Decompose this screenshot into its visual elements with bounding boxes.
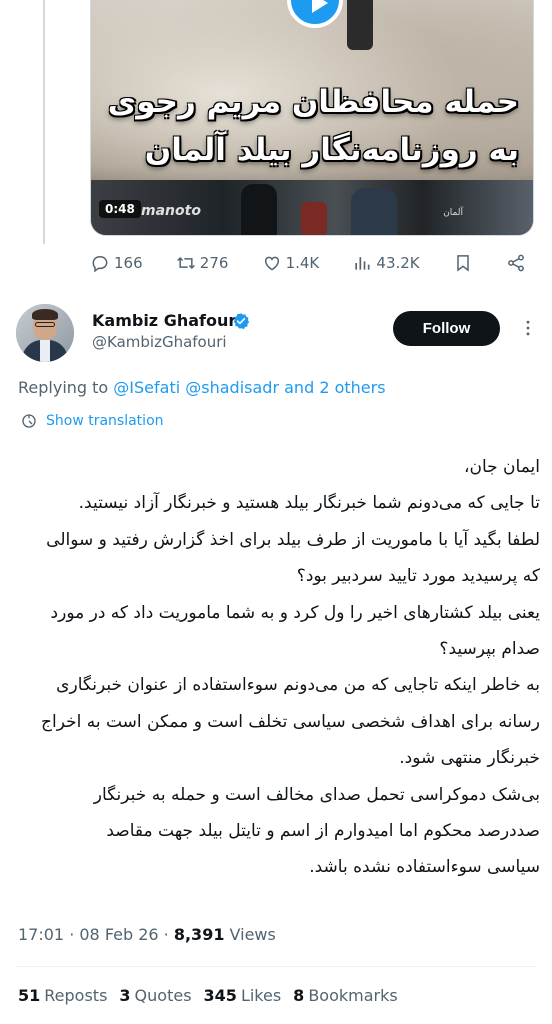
quotes-stat[interactable]: 3 Quotes <box>119 986 191 1005</box>
bookmarks-stat[interactable]: 8 Bookmarks <box>293 986 398 1005</box>
reposts-label: Reposts <box>44 986 108 1005</box>
reply-count: 166 <box>114 254 143 272</box>
author-handle[interactable]: @KambizGhafouri <box>92 333 227 351</box>
others-link[interactable]: and 2 others <box>284 378 385 397</box>
mention-link[interactable]: @shadisadr <box>185 378 279 397</box>
like-button[interactable]: 1.4K <box>262 250 320 276</box>
share-button[interactable] <box>506 250 526 276</box>
translate-icon <box>22 414 36 428</box>
likes-count: 345 <box>203 986 237 1005</box>
avatar[interactable] <box>16 304 74 362</box>
tweet-line: بی‌شک دموکراسی تحمل صدای مخالف است و حمل… <box>93 784 540 805</box>
tweet-line: لطفا بگید آیا با ماموریت از طرف بیلد برا… <box>46 529 540 550</box>
follow-button[interactable]: Follow <box>393 311 500 346</box>
bookmarks-label: Bookmarks <box>308 986 398 1005</box>
bookmark-button[interactable] <box>453 250 473 276</box>
views-label: Views <box>229 925 276 944</box>
quotes-count: 3 <box>119 986 131 1005</box>
timestamp[interactable]: 17:01 · 08 Feb 26 · <box>18 925 174 944</box>
views-icon <box>355 257 370 270</box>
more-icon[interactable] <box>518 318 538 338</box>
video-title-line1: حمله محافظان مریم رجوی <box>107 84 519 120</box>
tweet-meta: 17:01 · 08 Feb 26 · 8,391 Views <box>18 925 276 944</box>
tweet-line: رسانه برای اهداف شخصی سیاسی تخلف است و م… <box>41 711 540 732</box>
bookmark-icon <box>457 255 469 272</box>
reply-button[interactable]: 166 <box>90 250 143 276</box>
likes-label: Likes <box>240 986 282 1005</box>
repost-icon <box>176 256 195 270</box>
bookmarks-count: 8 <box>293 986 305 1005</box>
video-watermark: manoto <box>141 203 201 219</box>
repost-count: 276 <box>199 254 229 272</box>
repost-button[interactable]: 276 <box>176 250 229 276</box>
tweet-body: ایمان جان، تا جایی که می‌دونم شما خبرنگا… <box>14 449 540 886</box>
views-count: 43.2K <box>376 254 420 272</box>
replying-prefix: Replying to <box>18 378 109 397</box>
previous-tweet-actions: 166 276 1.4K 43.2K <box>90 250 526 276</box>
reposts-stat[interactable]: 51 Reposts <box>18 986 107 1005</box>
replying-to: Replying to @ISefati @shadisadr and 2 ot… <box>18 378 386 397</box>
thread-line <box>43 0 45 244</box>
tweet-line: یعنی بیلد کشتارهای اخیر را ول کرد و به ش… <box>50 602 540 623</box>
like-icon <box>264 256 279 271</box>
reposts-count: 51 <box>18 986 41 1005</box>
quotes-label: Quotes <box>134 986 192 1005</box>
tweet-line: که پرسیدید مورد تایید سردبیر بود؟ <box>296 566 540 587</box>
views-total: 8,391 <box>173 925 225 944</box>
show-translation-label[interactable]: Show translation <box>46 413 164 429</box>
engagement-stats: 51 Reposts 3 Quotes 345 Likes 8 Bookmarks <box>18 986 398 1005</box>
mention-link[interactable]: @ISefati <box>113 378 180 397</box>
tweet-line: صدام بپرسید؟ <box>439 639 540 660</box>
tweet-line: ایمان جان، <box>463 457 540 477</box>
reply-icon <box>92 255 108 273</box>
tweet-line: به خاطر اینکه تاجایی که من می‌دونم سوءاس… <box>56 675 540 696</box>
likes-stat[interactable]: 345 Likes <box>204 986 282 1005</box>
author-name[interactable]: Kambiz Ghafouri <box>92 311 242 330</box>
show-translation-link[interactable]: Show translation <box>20 412 164 430</box>
like-count: 1.4K <box>285 254 320 272</box>
video-title-line2: به روزنامه‌نگار بیلد آلمان <box>144 132 519 168</box>
video-duration: 0:48 <box>99 200 141 218</box>
video-thumbnail-figure <box>347 0 373 50</box>
views-button[interactable]: 43.2K <box>352 250 420 276</box>
tweet-line: تا جایی که می‌دونم شما خبرنگار بیلد هستی… <box>78 493 540 514</box>
tweet-line: صددرصد محکوم اما امیدوارم از اسم و تایتل… <box>106 821 540 842</box>
share-icon <box>508 254 524 272</box>
tweet-line: سیاسی سوءاستفاده نشده باشد. <box>309 857 540 878</box>
divider <box>16 966 536 967</box>
video-location-tag: آلمان <box>443 208 463 218</box>
verified-icon <box>233 313 250 330</box>
video-player[interactable]: حمله محافظان مریم رجوی به روزنامه‌نگار ب… <box>90 0 534 236</box>
tweet-line: خبرنگار منتهی شود. <box>399 748 540 769</box>
